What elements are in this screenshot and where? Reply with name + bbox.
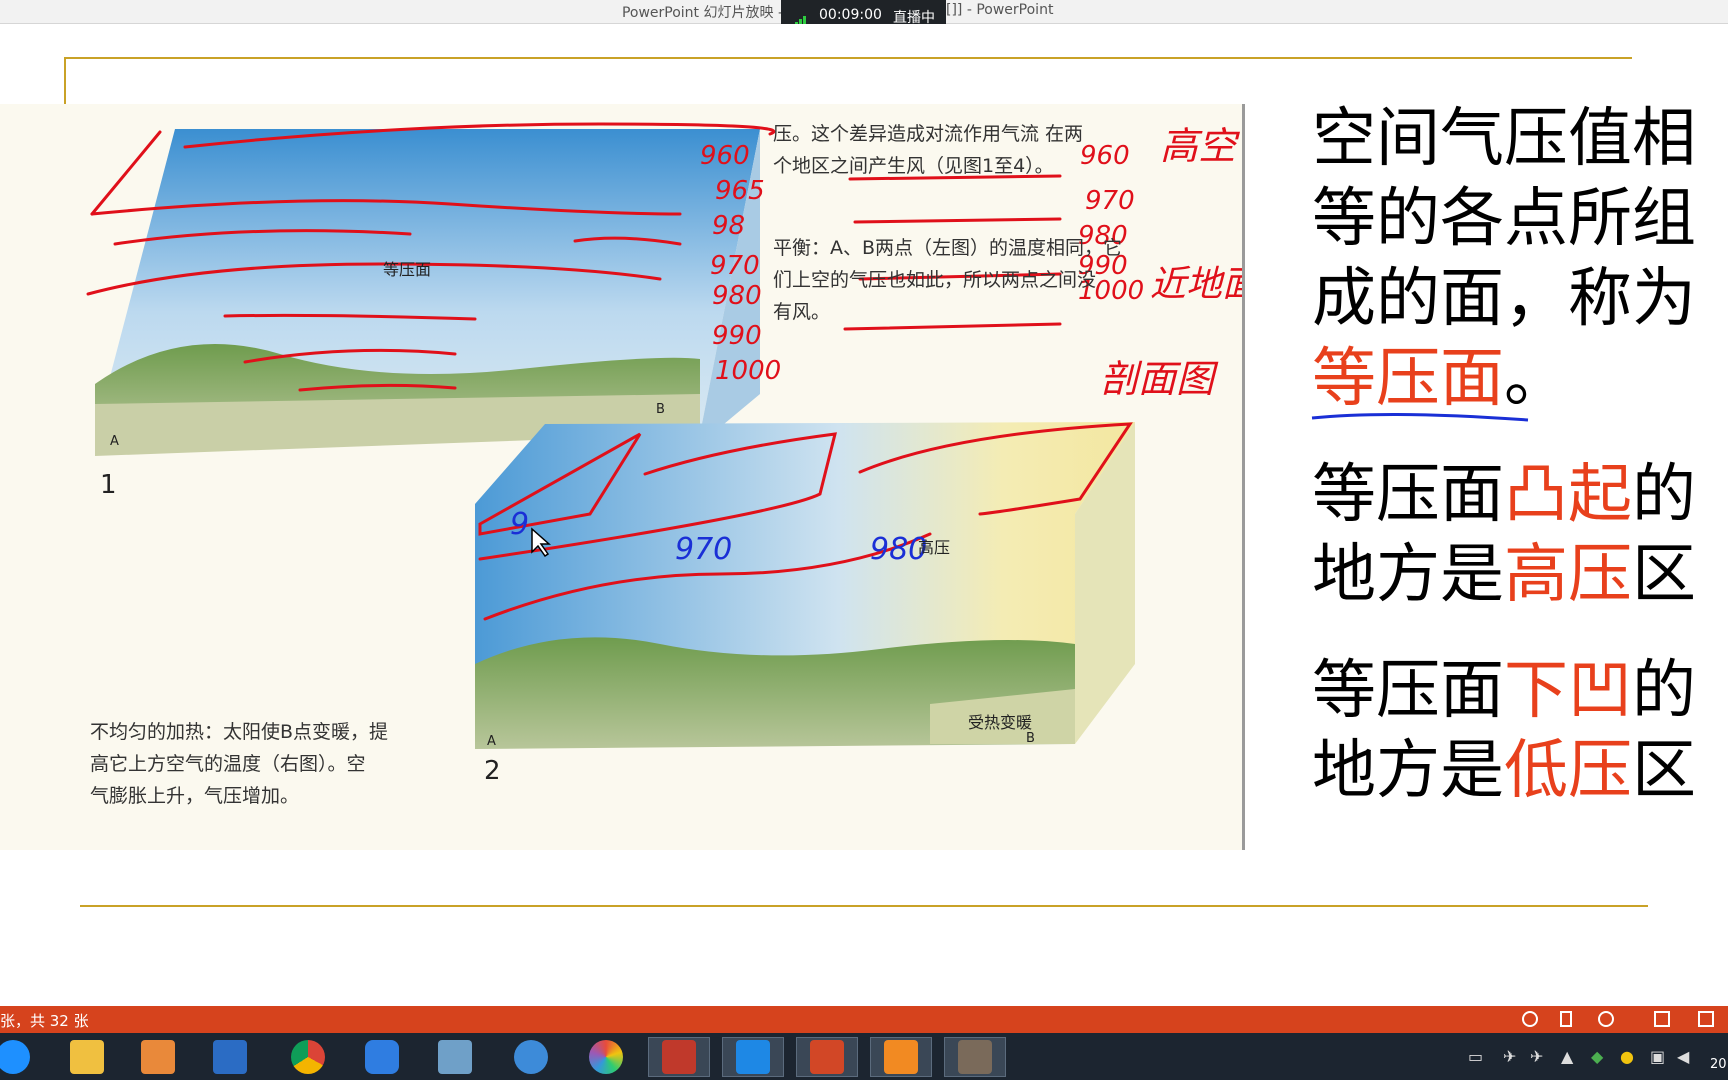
label-isobaric: 等压面 bbox=[383, 260, 432, 279]
textbook-para-balance: 平衡：A、B两点（左图）的温度相同，它 们上空的气压也如此，所以两点之间没 有风。 bbox=[773, 237, 1123, 323]
svg-text:1000: 1000 bbox=[715, 356, 781, 386]
note-low-pressure: 等压面下凹的地方是低压区 bbox=[1312, 654, 1696, 808]
keyboard-icon[interactable]: ▭ bbox=[1468, 1047, 1483, 1066]
tray-app-icon-1[interactable]: ✈ bbox=[1503, 1047, 1516, 1066]
label-high-pressure: 高压 bbox=[918, 538, 951, 557]
red-note-960a: 960 bbox=[700, 141, 750, 171]
textbook-para-heating: 不均匀的加热：太阳使B点变暖，提 高它上方空气的温度（右图）。空 气膨胀上升，气压增… bbox=[90, 721, 389, 807]
clock[interactable]: 20 bbox=[1710, 1057, 1727, 1072]
svg-text:970: 970 bbox=[710, 251, 760, 281]
gold-rule-top bbox=[64, 57, 1632, 59]
powerpoint-icon[interactable] bbox=[796, 1037, 858, 1077]
feishu-icon[interactable] bbox=[722, 1037, 784, 1077]
slideshow-icon[interactable] bbox=[870, 1037, 932, 1077]
network-icon[interactable]: ▣ bbox=[1650, 1047, 1665, 1066]
svg-text:高空: 高空 bbox=[1160, 124, 1241, 168]
shield-icon[interactable]: ◆ bbox=[1591, 1047, 1603, 1066]
window-title-left: PowerPoint 幻灯片放映 - bbox=[621, 5, 783, 21]
textbook-para-top: 压。这个差异造成对流作用气流 在两 个地区之间产生风（见图1至4）。 bbox=[773, 123, 1084, 177]
ie-icon[interactable] bbox=[0, 1037, 44, 1077]
color-app-icon[interactable] bbox=[575, 1037, 637, 1077]
slide-counter: 张，共 32 张 bbox=[0, 1012, 89, 1030]
svg-text:970: 970 bbox=[1085, 186, 1135, 216]
tray-app-icon-2[interactable]: ✈ bbox=[1530, 1047, 1543, 1066]
next-slide-icon[interactable] bbox=[1598, 1011, 1614, 1027]
figure-number-1: 1 bbox=[100, 470, 117, 500]
title-bar: PowerPoint 幻灯片放映 - []] - PowerPoint 00:0… bbox=[0, 0, 1728, 32]
label-a-fig1: A bbox=[110, 434, 119, 449]
media-player-icon[interactable] bbox=[127, 1037, 189, 1077]
svg-text:980: 980 bbox=[712, 281, 762, 311]
svg-text:965: 965 bbox=[715, 176, 765, 206]
volume-icon[interactable]: ◀ bbox=[1677, 1047, 1689, 1066]
label-a-fig2: A bbox=[487, 734, 496, 749]
slideshow-status-bar: 张，共 32 张 bbox=[0, 1006, 1728, 1033]
tray-app-icon-3[interactable]: ▲ bbox=[1561, 1047, 1573, 1066]
svg-text:960: 960 bbox=[1080, 141, 1130, 171]
prev-slide-icon[interactable] bbox=[1522, 1011, 1538, 1027]
window-title-right: []] - PowerPoint bbox=[946, 2, 1054, 18]
note-definition: 空间气压值相等的各点所组成的面，称为等压面。 bbox=[1312, 102, 1696, 416]
save-icon[interactable] bbox=[199, 1037, 261, 1077]
screen-draw-icon[interactable] bbox=[944, 1037, 1006, 1077]
label-b-fig2: B bbox=[1026, 731, 1035, 746]
svg-text:剖面图: 剖面图 bbox=[1100, 357, 1219, 401]
slide: 960 965 98 970 980 990 1000 960 970 980 … bbox=[0, 24, 1728, 1006]
photo-viewer-icon[interactable] bbox=[424, 1037, 486, 1077]
slide-notes: 空间气压值相等的各点所组成的面，称为等压面。 等压面凸起的地方是高压区 等压面下… bbox=[1312, 99, 1712, 847]
recorder-icon[interactable] bbox=[648, 1037, 710, 1077]
add-icon[interactable]: ● bbox=[1620, 1047, 1634, 1066]
svg-text:9: 9 bbox=[510, 507, 529, 542]
label-b-fig1: B bbox=[656, 402, 665, 417]
slide-menu-icon[interactable] bbox=[1560, 1011, 1572, 1027]
weibo-icon[interactable] bbox=[500, 1037, 562, 1077]
gold-rule-bottom bbox=[80, 905, 1648, 907]
textbook-image: 960 965 98 970 980 990 1000 960 970 980 … bbox=[0, 104, 1245, 850]
blue-underline-ink bbox=[1311, 412, 1529, 422]
taskbar: ▭ ✈ ✈ ▲ ◆ ● ▣ ◀ 20 bbox=[0, 1033, 1728, 1080]
pen-note-icon[interactable] bbox=[351, 1037, 413, 1077]
svg-text:98: 98 bbox=[712, 211, 745, 241]
figure-number-2: 2 bbox=[484, 756, 501, 786]
note-high-pressure: 等压面凸起的地方是高压区 bbox=[1312, 458, 1696, 612]
file-explorer-icon[interactable] bbox=[56, 1037, 118, 1077]
normal-view-icon[interactable] bbox=[1654, 1011, 1670, 1027]
screen: PowerPoint 幻灯片放映 - []] - PowerPoint 00:0… bbox=[0, 0, 1728, 1080]
chrome-icon[interactable] bbox=[277, 1037, 339, 1077]
live-timer: 00:09:00 bbox=[819, 7, 882, 23]
svg-text:970: 970 bbox=[675, 532, 732, 567]
svg-text:近地面: 近地面 bbox=[1150, 264, 1245, 305]
label-warmed: 受热变暖 bbox=[968, 713, 1033, 732]
grid-view-icon[interactable] bbox=[1698, 1011, 1714, 1027]
gold-rule-left bbox=[64, 57, 66, 107]
svg-text:990: 990 bbox=[712, 321, 762, 351]
